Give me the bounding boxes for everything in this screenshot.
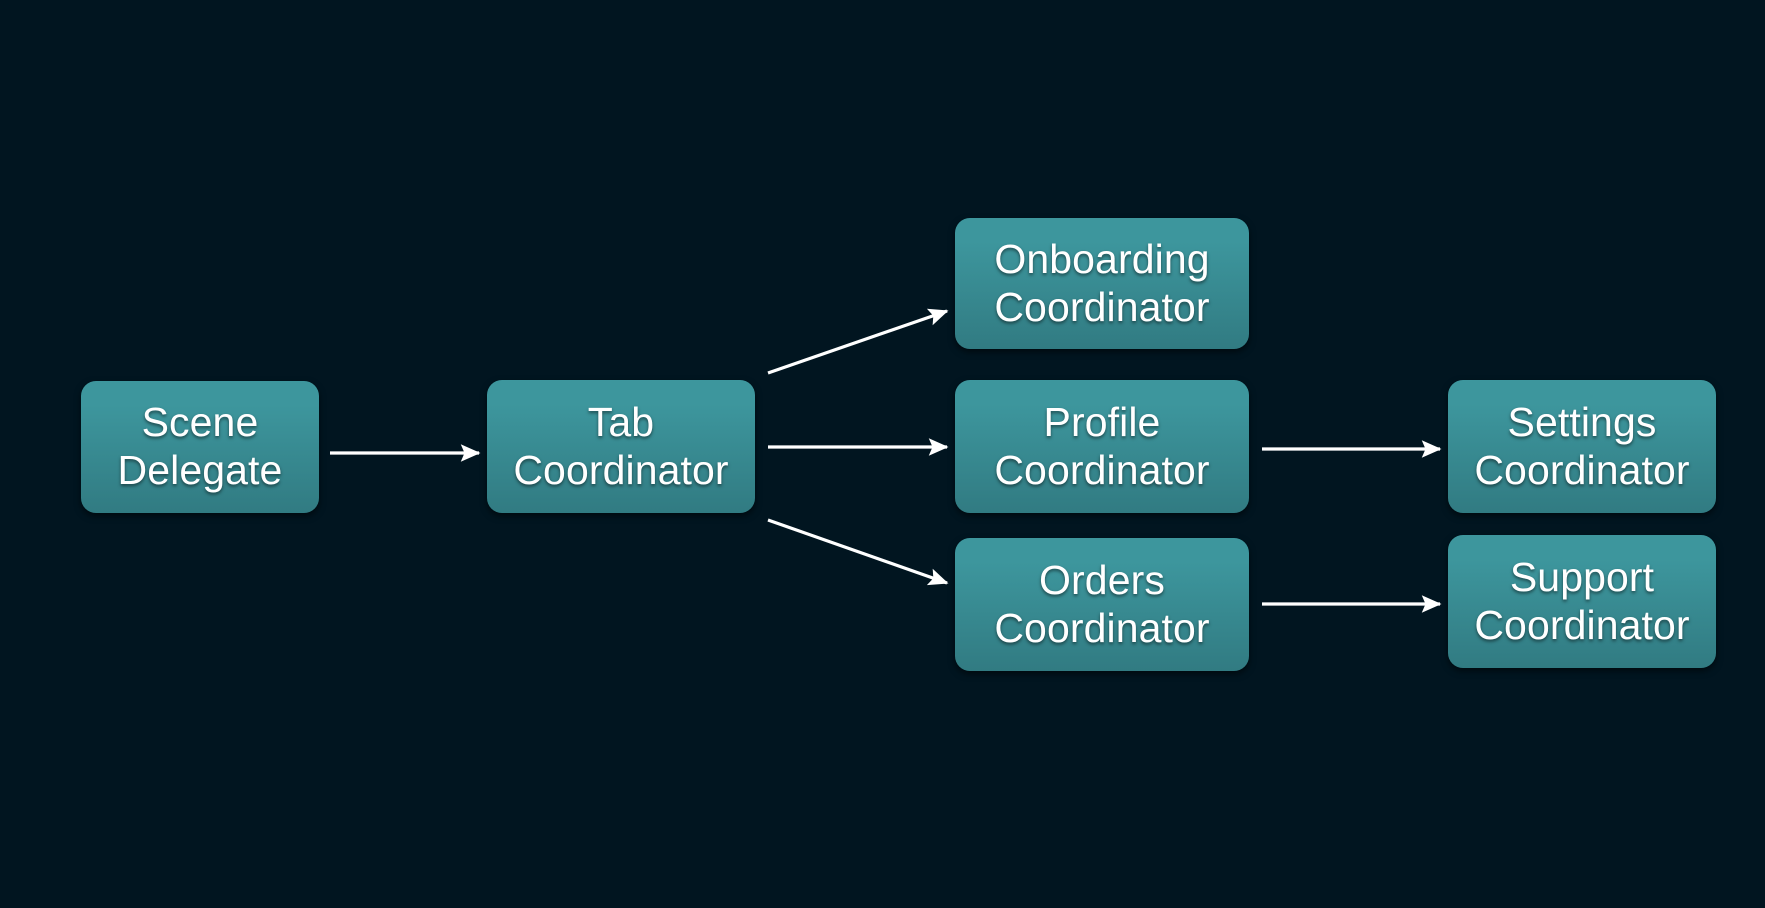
node-label-onboarding_coordinator: Onboarding Coordinator xyxy=(994,235,1210,330)
node-support_coordinator[interactable]: Support Coordinator xyxy=(1448,535,1716,668)
edge-tab-to-orders xyxy=(767,518,949,586)
node-label-orders_coordinator: Orders Coordinator xyxy=(994,556,1210,651)
node-profile_coordinator[interactable]: Profile Coordinator xyxy=(955,380,1249,513)
node-label-settings_coordinator: Settings Coordinator xyxy=(1474,398,1690,493)
edge-tab-to-onboarding xyxy=(767,308,949,375)
diagram-canvas: Scene Delegate Tab Coordinator Onboarding … xyxy=(0,0,1765,908)
node-scene_delegate[interactable]: Scene Delegate xyxy=(81,381,319,513)
node-label-scene_delegate: Scene Delegate xyxy=(117,399,283,493)
node-orders_coordinator[interactable]: Orders Coordinator xyxy=(955,538,1249,671)
node-label-tab_coordinator: Tab Coordinator xyxy=(513,398,729,493)
node-tab_coordinator[interactable]: Tab Coordinator xyxy=(487,380,755,513)
node-label-profile_coordinator: Profile Coordinator xyxy=(994,398,1210,493)
node-settings_coordinator[interactable]: Settings Coordinator xyxy=(1448,380,1716,513)
node-onboarding_coordinator[interactable]: Onboarding Coordinator xyxy=(955,218,1249,349)
node-label-support_coordinator: Support Coordinator xyxy=(1474,553,1690,648)
